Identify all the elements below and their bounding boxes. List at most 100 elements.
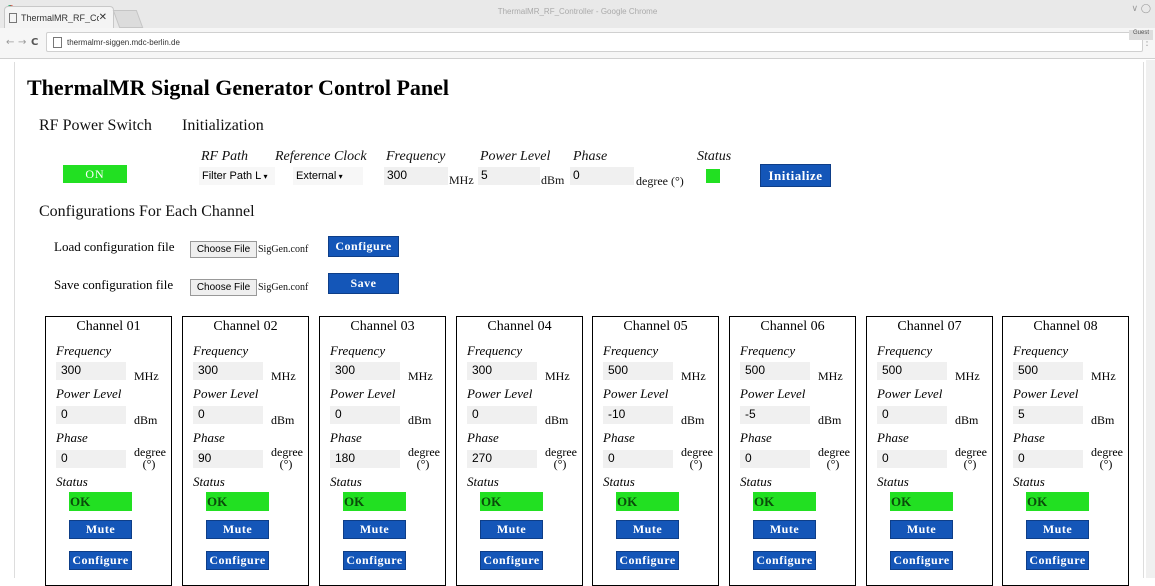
channel-title: Channel 01 [76,319,141,334]
channel-power-input[interactable]: -10 [603,406,673,424]
channel-frequency-unit: MHz [134,369,159,383]
channel-power-label: Power Level [877,386,943,401]
scrollbar[interactable] [1146,60,1155,578]
channel-power-input[interactable]: 0 [330,406,400,424]
channel-frequency-input[interactable]: 300 [467,362,537,380]
channel-phase-input[interactable]: 0 [603,450,673,468]
init-frequency-unit: MHz [449,173,474,187]
channel-configure-button[interactable]: Configure [480,551,543,570]
back-icon[interactable]: ← [6,37,14,48]
close-window-icon[interactable]: ◯ [1141,4,1151,14]
init-frequency-input[interactable]: 300 [384,167,448,185]
channel-phase-unit: degree (°) [955,446,987,471]
phase-unit-line2: (°) [689,457,703,471]
page-info-icon[interactable] [53,36,62,48]
channel-power-input[interactable]: 0 [193,406,263,424]
reload-icon[interactable]: C [31,37,38,48]
channel-frequency-input[interactable]: 500 [877,362,947,380]
address-bar-area: ← → C thermalmr-siggen.mdc-berlin.de ⋮ [0,28,1155,59]
channel-configure-button[interactable]: Configure [343,551,406,570]
channel-mute-button[interactable]: Mute [616,520,679,539]
channel-frequency-input[interactable]: 300 [193,362,263,380]
channel-phase-label: Phase [877,430,909,445]
channel-power-input[interactable]: 0 [467,406,537,424]
channel-mute-button[interactable]: Mute [1026,520,1089,539]
channel-title: Channel 07 [897,319,962,334]
init-power-input[interactable]: 5 [478,167,540,185]
channel-status-label: Status [877,474,909,489]
window-controls[interactable]: ∨ ◯ [1131,4,1151,14]
channel-mute-button[interactable]: Mute [480,520,543,539]
channel-panel: Channel 04 Frequency 300 MHz Power Level 0 dBm… [456,316,583,586]
phase-unit-line2: (°) [416,457,430,471]
save-button[interactable]: Save [328,273,399,294]
load-choose-file-button[interactable]: Choose File [190,241,257,258]
channel-frequency-input[interactable]: 300 [56,362,126,380]
channel-configure-button[interactable]: Configure [69,551,132,570]
phase-unit-line2: (°) [826,457,840,471]
channel-phase-input[interactable]: 90 [193,450,263,468]
channel-power-input[interactable]: 0 [56,406,126,424]
power-on-button[interactable]: ON [63,165,127,183]
init-phase-input[interactable]: 0 [570,167,634,185]
channel-phase-label: Phase [193,430,225,445]
channel-power-label: Power Level [330,386,396,401]
channel-configure-button[interactable]: Configure [890,551,953,570]
channel-frequency-label: Frequency [740,343,796,358]
channel-phase-input[interactable]: 180 [330,450,400,468]
channel-frequency-unit: MHz [1091,369,1116,383]
channel-frequency-input[interactable]: 500 [603,362,673,380]
channel-status-label: Status [1013,474,1045,489]
channel-frequency-input[interactable]: 300 [330,362,400,380]
channel-phase-input[interactable]: 270 [467,450,537,468]
channel-mute-button[interactable]: Mute [343,520,406,539]
channel-phase-input[interactable]: 0 [740,450,810,468]
channel-frequency-label: Frequency [56,343,112,358]
channel-status-ok: OK [753,492,816,511]
save-choose-file-button[interactable]: Choose File [190,279,257,296]
channel-frequency-input[interactable]: 500 [1013,362,1083,380]
channel-frequency-label: Frequency [330,343,386,358]
load-configure-button[interactable]: Configure [328,236,399,257]
minimize-icon[interactable]: ∨ [1131,4,1138,14]
browser-tab[interactable]: ThermalMR_RF_Contr ✕ [4,6,114,28]
ref-clock-label: Reference Clock [275,149,367,164]
channel-power-unit: dBm [271,413,295,427]
channel-mute-button[interactable]: Mute [890,520,953,539]
channel-phase-input[interactable]: 0 [877,450,947,468]
channel-mute-button[interactable]: Mute [69,520,132,539]
channel-power-label: Power Level [1013,386,1079,401]
user-chip[interactable]: Guest [1129,30,1153,40]
channel-title: Channel 03 [350,319,415,334]
ref-clock-select[interactable]: External ▾ [293,167,363,185]
channel-title: Channel 08 [1033,319,1098,334]
forward-icon[interactable]: → [18,37,26,48]
channel-phase-input[interactable]: 0 [56,450,126,468]
channel-frequency-input[interactable]: 500 [740,362,810,380]
channel-configure-button[interactable]: Configure [616,551,679,570]
channel-frequency-unit: MHz [955,369,980,383]
channel-phase-label: Phase [330,430,362,445]
browser-tabstrip: ThermalMR_RF_Controller - Google Chrome … [0,0,1155,28]
tab-title: ThermalMR_RF_Contr [21,12,99,23]
channel-status-ok: OK [1026,492,1089,511]
channel-status-ok: OK [343,492,406,511]
ref-clock-value: External [296,170,337,182]
channel-power-input[interactable]: 5 [1013,406,1083,424]
url-input[interactable]: thermalmr-siggen.mdc-berlin.de [46,32,1143,52]
initialize-button[interactable]: Initialize [760,164,831,187]
close-tab-icon[interactable]: ✕ [99,12,107,23]
channel-mute-button[interactable]: Mute [753,520,816,539]
phase-unit-line2: (°) [963,457,977,471]
channel-frequency-unit: MHz [271,369,296,383]
channel-configure-button[interactable]: Configure [753,551,816,570]
rf-path-select[interactable]: Filter Path L ▾ [199,167,275,185]
channel-power-input[interactable]: 0 [877,406,947,424]
channel-phase-input[interactable]: 0 [1013,450,1083,468]
channel-configure-button[interactable]: Configure [1026,551,1089,570]
channel-power-input[interactable]: -5 [740,406,810,424]
config-section-title: Configurations For Each Channel [39,203,255,220]
channel-configure-button[interactable]: Configure [206,551,269,570]
channel-mute-button[interactable]: Mute [206,520,269,539]
channel-power-label: Power Level [193,386,259,401]
